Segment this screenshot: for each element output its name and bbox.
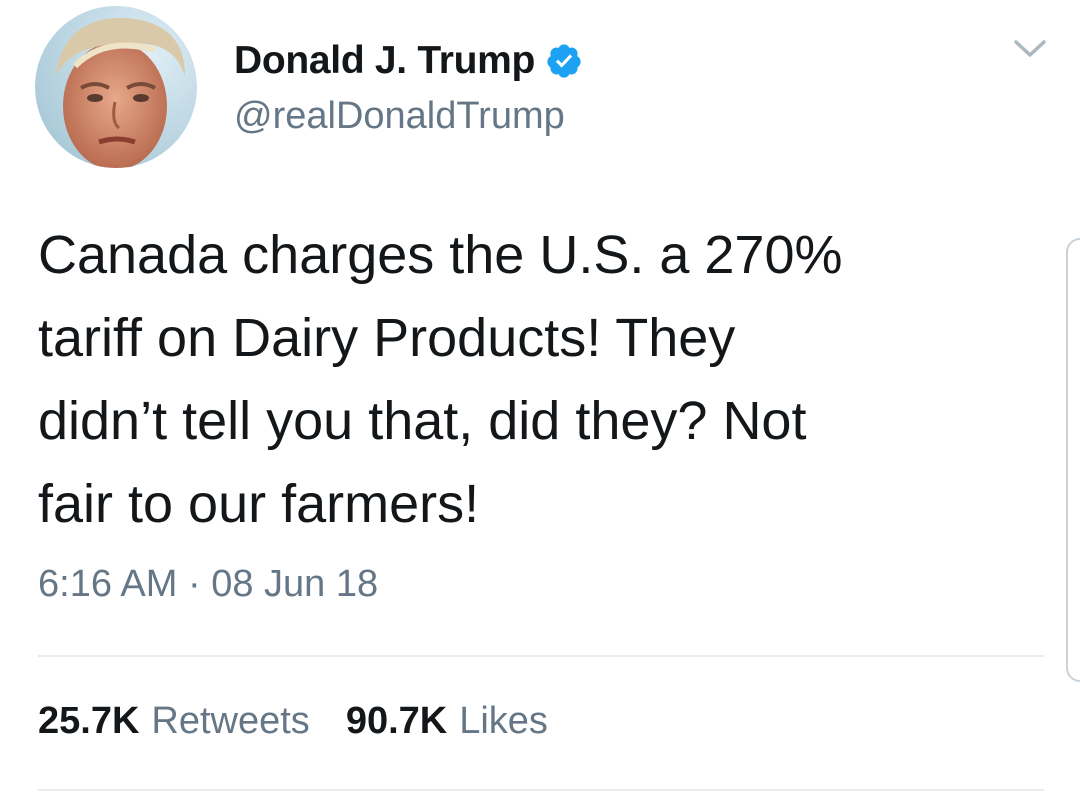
tweet-timestamp[interactable]: 6:16 AM · 08 Jun 18 <box>38 563 378 606</box>
likes-count: 90.7K <box>345 700 448 742</box>
chevron-down-icon[interactable] <box>1010 34 1050 64</box>
scroll-edge-handle[interactable] <box>1066 238 1080 682</box>
tweet-stats: 25.7K Retweets 90.7K Likes <box>38 700 584 743</box>
tweet-text: Canada charges the U.S. a 270% tariff on… <box>38 225 843 534</box>
retweets-stat[interactable]: 25.7K Retweets <box>38 700 310 743</box>
likes-stat[interactable]: 90.7K Likes <box>346 700 548 743</box>
avatar[interactable] <box>35 6 197 168</box>
verified-badge-icon <box>545 42 583 80</box>
author-display-name[interactable]: Donald J. Trump <box>234 39 535 83</box>
likes-label: Likes <box>459 700 548 742</box>
retweets-label: Retweets <box>151 700 310 742</box>
author-name-row[interactable]: Donald J. Trump <box>234 36 583 86</box>
avatar-image <box>35 6 197 168</box>
retweets-count: 25.7K <box>38 700 140 742</box>
divider <box>38 655 1044 657</box>
divider <box>38 789 1044 791</box>
author-handle[interactable]: @realDonaldTrump <box>234 95 565 138</box>
